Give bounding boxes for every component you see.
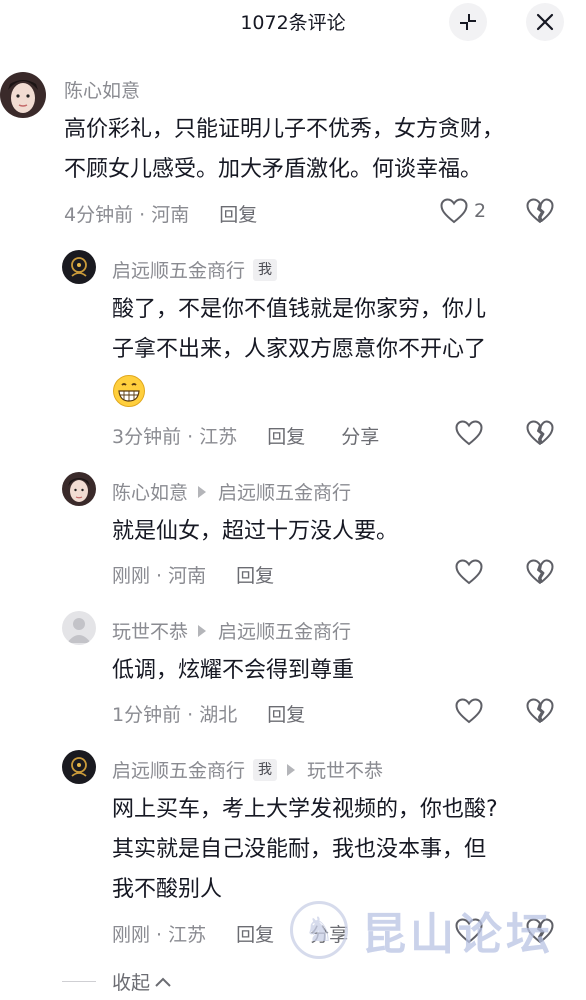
watermark-emblem-icon: ♞ xyxy=(290,901,348,959)
reply-arrow-icon xyxy=(287,763,296,776)
comment-line: 低调，炫耀不会得到尊重 xyxy=(112,658,355,683)
comment-line: 其实就是自己没能耐，我也没本事，但 xyxy=(112,837,487,862)
dislike-button[interactable] xyxy=(526,559,554,585)
author-name[interactable]: 玩世不恭 xyxy=(112,617,188,644)
like-button[interactable] xyxy=(455,559,483,585)
comment-text: 低调，炫耀不会得到尊重 xyxy=(112,651,354,691)
reply-button[interactable]: 回复 xyxy=(236,920,274,947)
like-button[interactable] xyxy=(455,420,483,446)
dislike-button[interactable] xyxy=(526,420,554,446)
collapse-replies-button[interactable]: 收起 xyxy=(62,968,172,995)
broken-heart-icon xyxy=(526,420,554,445)
close-icon xyxy=(536,13,554,31)
comment-author-row: 启远顺五金商行 我 玩世不恭 xyxy=(112,756,383,783)
reply-arrow-icon xyxy=(198,485,207,498)
avatar[interactable] xyxy=(62,750,96,784)
heart-icon xyxy=(440,198,468,224)
comment-author-row: 陈心如意 xyxy=(64,76,140,103)
comment-text: 高价彩礼，只能证明儿子不优秀，女方贪财， 不顾女儿感受。加大矛盾激化。何谈幸福。 xyxy=(64,110,504,190)
chevron-up-icon xyxy=(155,977,171,987)
reply-to-name[interactable]: 玩世不恭 xyxy=(307,756,383,783)
dislike-button[interactable] xyxy=(526,698,554,724)
comment-count-title: 1072条评论 xyxy=(240,12,346,34)
time-location: 1分钟前 · 湖北 xyxy=(112,704,238,726)
comment-text: 就是仙女，超过十万没人要。 xyxy=(112,512,398,552)
author-name[interactable]: 陈心如意 xyxy=(112,478,188,505)
collapse-icon xyxy=(460,14,476,30)
me-badge: 我 xyxy=(253,758,278,781)
comment-author-row: 玩世不恭 启远顺五金商行 xyxy=(112,617,351,644)
divider xyxy=(62,981,96,982)
reply-button[interactable]: 回复 xyxy=(219,200,257,227)
reply-to-name[interactable]: 启远顺五金商行 xyxy=(218,617,351,644)
comment-line: 不顾女儿感受。加大矛盾激化。何谈幸福。 xyxy=(64,157,483,182)
heart-icon xyxy=(455,559,483,585)
author-name[interactable]: 启远顺五金商行 xyxy=(112,756,245,783)
like-button[interactable]: 2 xyxy=(440,198,486,224)
time-location: 刚刚 · 江苏 xyxy=(112,924,207,946)
heart-icon xyxy=(455,698,483,724)
broken-heart-icon xyxy=(526,559,554,584)
comment-line: 酸了，不是你不值钱就是你家穷，你儿 xyxy=(112,297,487,322)
reply-button[interactable]: 回复 xyxy=(267,700,305,727)
broken-heart-icon xyxy=(526,698,554,723)
avatar[interactable] xyxy=(0,72,46,118)
reply-to-name[interactable]: 启远顺五金商行 xyxy=(218,478,351,505)
comment-line: 高价彩礼，只能证明儿子不优秀，女方贪财， xyxy=(64,117,505,142)
comment-author-row: 启远顺五金商行 我 xyxy=(112,256,278,283)
comment-author-row: 陈心如意 启远顺五金商行 xyxy=(112,478,351,505)
collapse-label: 收起 xyxy=(112,972,151,994)
like-count: 2 xyxy=(474,200,487,222)
watermark-logo: ♞ 昆山论坛 xyxy=(290,886,582,974)
like-button[interactable] xyxy=(455,698,483,724)
watermark-text: 昆山论坛 xyxy=(362,909,554,960)
comment-line: 网上买车，考上大学发视频的，你也酸? xyxy=(112,797,498,822)
time-location: 刚刚 · 河南 xyxy=(112,565,207,587)
author-name[interactable]: 陈心如意 xyxy=(64,76,140,103)
comment-line: 子拿不出来，人家双方愿意你不开心了 xyxy=(112,337,487,362)
comment-meta: 1分钟前 · 湖北 回复 xyxy=(112,700,305,727)
avatar[interactable] xyxy=(62,611,96,645)
close-button[interactable] xyxy=(526,3,564,41)
reply-button[interactable]: 回复 xyxy=(236,561,274,588)
me-badge: 我 xyxy=(253,258,278,281)
comments-header: 1072条评论 xyxy=(0,0,586,44)
reply-button[interactable]: 回复 xyxy=(267,422,305,449)
heart-icon xyxy=(455,420,483,446)
avatar[interactable] xyxy=(62,250,96,284)
comment-text: 酸了，不是你不值钱就是你家穷，你儿 子拿不出来，人家双方愿意你不开心了 xyxy=(112,290,486,370)
grin-emoji-icon xyxy=(112,374,146,408)
author-name[interactable]: 启远顺五金商行 xyxy=(112,256,245,283)
dislike-button[interactable] xyxy=(526,198,554,224)
comment-meta: 刚刚 · 河南 回复 xyxy=(112,561,274,588)
time-location: 3分钟前 · 江苏 xyxy=(112,426,238,448)
share-button[interactable]: 分享 xyxy=(341,422,379,449)
comment-line: 就是仙女，超过十万没人要。 xyxy=(112,519,399,544)
comment-meta: 3分钟前 · 江苏 回复 分享 xyxy=(112,422,379,449)
broken-heart-icon xyxy=(526,198,554,223)
comment-meta: 4分钟前 · 河南 回复 xyxy=(64,200,257,227)
collapse-button[interactable] xyxy=(449,3,487,41)
time-location: 4分钟前 · 河南 xyxy=(64,204,190,226)
reply-arrow-icon xyxy=(198,624,207,637)
avatar[interactable] xyxy=(62,472,96,506)
